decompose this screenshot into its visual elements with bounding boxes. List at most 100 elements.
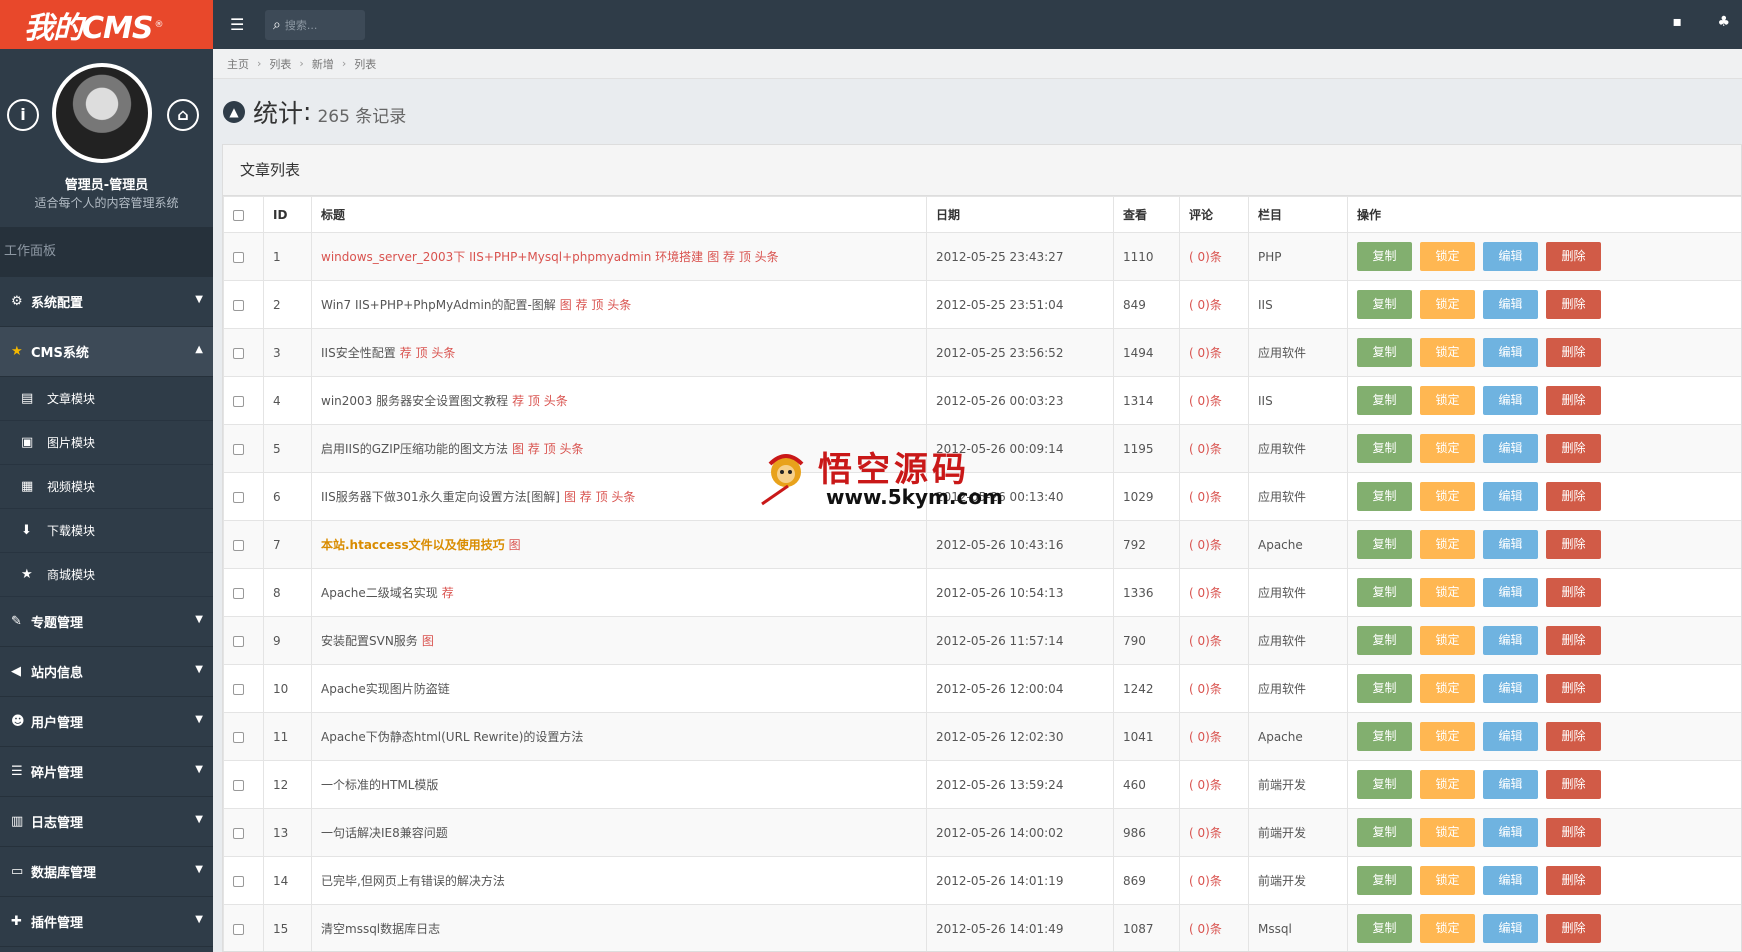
- cell-comments[interactable]: ( 0)条: [1179, 280, 1249, 329]
- edit-button[interactable]: 编辑: [1483, 914, 1538, 943]
- delete-button[interactable]: 删除: [1546, 338, 1601, 367]
- sidebar-subitem-1[interactable]: ▣ 图片模块: [0, 421, 213, 465]
- lock-button[interactable]: 锁定: [1420, 674, 1475, 703]
- cell-comments[interactable]: ( 0)条: [1179, 760, 1249, 809]
- copy-button[interactable]: 复制: [1357, 290, 1412, 319]
- cell-comments[interactable]: ( 0)条: [1179, 856, 1249, 905]
- menu-toggle-icon[interactable]: ☰: [230, 15, 256, 34]
- edit-button[interactable]: 编辑: [1483, 626, 1538, 655]
- sidebar-item-2[interactable]: ✎ 专题管理 ▼: [0, 597, 213, 647]
- delete-button[interactable]: 删除: [1546, 626, 1601, 655]
- edit-button[interactable]: 编辑: [1483, 242, 1538, 271]
- edit-button[interactable]: 编辑: [1483, 338, 1538, 367]
- edit-button[interactable]: 编辑: [1483, 482, 1538, 511]
- sidebar-item-7[interactable]: ▭ 数据库管理 ▼: [0, 847, 213, 897]
- row-checkbox[interactable]: [233, 731, 244, 743]
- info-icon[interactable]: i: [7, 99, 39, 131]
- edit-button[interactable]: 编辑: [1483, 722, 1538, 751]
- search-input[interactable]: 搜索...: [285, 17, 318, 33]
- delete-button[interactable]: 删除: [1546, 674, 1601, 703]
- copy-button[interactable]: 复制: [1357, 242, 1412, 271]
- copy-button[interactable]: 复制: [1357, 482, 1412, 511]
- delete-button[interactable]: 删除: [1546, 386, 1601, 415]
- delete-button[interactable]: 删除: [1546, 434, 1601, 463]
- cell-comments[interactable]: ( 0)条: [1179, 808, 1249, 857]
- edit-button[interactable]: 编辑: [1483, 770, 1538, 799]
- row-checkbox[interactable]: [233, 923, 244, 935]
- edit-button[interactable]: 编辑: [1483, 290, 1538, 319]
- lock-button[interactable]: 锁定: [1420, 386, 1475, 415]
- lock-button[interactable]: 锁定: [1420, 626, 1475, 655]
- edit-button[interactable]: 编辑: [1483, 674, 1538, 703]
- row-checkbox[interactable]: [233, 347, 244, 359]
- cell-comments[interactable]: ( 0)条: [1179, 712, 1249, 761]
- breadcrumb-add[interactable]: 新增: [312, 56, 334, 72]
- delete-button[interactable]: 删除: [1546, 482, 1601, 511]
- row-checkbox[interactable]: [233, 395, 244, 407]
- article-title-link[interactable]: 已完毕,但网页上有错误的解决方法: [321, 874, 505, 888]
- sidebar-subitem-4[interactable]: ★ 商城模块: [0, 553, 213, 597]
- sidebar-item-6[interactable]: ▥ 日志管理 ▼: [0, 797, 213, 847]
- delete-button[interactable]: 删除: [1546, 866, 1601, 895]
- lock-button[interactable]: 锁定: [1420, 242, 1475, 271]
- copy-button[interactable]: 复制: [1357, 626, 1412, 655]
- article-title-link[interactable]: Apache二级域名实现: [321, 586, 438, 600]
- lock-button[interactable]: 锁定: [1420, 770, 1475, 799]
- breadcrumb-home[interactable]: 主页: [227, 56, 249, 72]
- lock-button[interactable]: 锁定: [1420, 434, 1475, 463]
- edit-button[interactable]: 编辑: [1483, 866, 1538, 895]
- cell-comments[interactable]: ( 0)条: [1179, 664, 1249, 713]
- breadcrumb-list[interactable]: 列表: [269, 56, 291, 72]
- row-checkbox[interactable]: [233, 827, 244, 839]
- article-title-link[interactable]: 启用IIS的GZIP压缩功能的图文方法: [321, 442, 508, 456]
- lock-button[interactable]: 锁定: [1420, 818, 1475, 847]
- copy-button[interactable]: 复制: [1357, 818, 1412, 847]
- article-title-link[interactable]: Apache下伪静态html(URL Rewrite)的设置方法: [321, 730, 583, 744]
- row-checkbox[interactable]: [233, 539, 244, 551]
- article-title-link[interactable]: 一个标准的HTML模版: [321, 778, 438, 792]
- gift-icon[interactable]: ▪: [1673, 14, 1683, 30]
- article-title-link[interactable]: IIS安全性配置: [321, 346, 396, 360]
- delete-button[interactable]: 删除: [1546, 290, 1601, 319]
- article-title-link[interactable]: 清空mssql数据库日志: [321, 922, 440, 936]
- lock-button[interactable]: 锁定: [1420, 914, 1475, 943]
- search-box[interactable]: ⌕ 搜索...: [265, 9, 365, 40]
- edit-button[interactable]: 编辑: [1483, 578, 1538, 607]
- sidebar-item-0[interactable]: ⚙ 系统配置 ▼: [0, 277, 213, 327]
- cell-comments[interactable]: ( 0)条: [1179, 424, 1249, 473]
- cell-comments[interactable]: ( 0)条: [1179, 472, 1249, 521]
- delete-button[interactable]: 删除: [1546, 530, 1601, 559]
- cell-comments[interactable]: ( 0)条: [1179, 520, 1249, 569]
- sidebar-item-5[interactable]: ☰ 碎片管理 ▼: [0, 747, 213, 797]
- edit-button[interactable]: 编辑: [1483, 386, 1538, 415]
- edit-button[interactable]: 编辑: [1483, 434, 1538, 463]
- lock-button[interactable]: 锁定: [1420, 482, 1475, 511]
- article-title-link[interactable]: Win7 IIS+PHP+PhpMyAdmin的配置-图解: [321, 298, 556, 312]
- row-checkbox[interactable]: [233, 587, 244, 599]
- home-icon[interactable]: ⌂: [167, 99, 199, 131]
- cell-comments[interactable]: ( 0)条: [1179, 232, 1249, 281]
- cell-comments[interactable]: ( 0)条: [1179, 568, 1249, 617]
- copy-button[interactable]: 复制: [1357, 434, 1412, 463]
- delete-button[interactable]: 删除: [1546, 722, 1601, 751]
- delete-button[interactable]: 删除: [1546, 770, 1601, 799]
- logo[interactable]: 我的CMS ®: [0, 0, 213, 49]
- cell-comments[interactable]: ( 0)条: [1179, 328, 1249, 377]
- copy-button[interactable]: 复制: [1357, 866, 1412, 895]
- copy-button[interactable]: 复制: [1357, 722, 1412, 751]
- article-title-link[interactable]: 一句话解决IE8兼容问题: [321, 826, 448, 840]
- sidebar-item-8[interactable]: ✚ 插件管理 ▼: [0, 897, 213, 947]
- sitemap-icon[interactable]: ♣: [1717, 14, 1730, 30]
- delete-button[interactable]: 删除: [1546, 242, 1601, 271]
- row-checkbox[interactable]: [233, 635, 244, 647]
- edit-button[interactable]: 编辑: [1483, 530, 1538, 559]
- row-checkbox[interactable]: [233, 251, 244, 263]
- copy-button[interactable]: 复制: [1357, 578, 1412, 607]
- lock-button[interactable]: 锁定: [1420, 338, 1475, 367]
- sidebar-subitem-3[interactable]: ⬇ 下载模块: [0, 509, 213, 553]
- article-title-link[interactable]: windows_server_2003下 IIS+PHP+Mysql+phpmy…: [321, 250, 703, 264]
- sidebar-item-1[interactable]: ★ CMS系统 ▲: [0, 327, 213, 377]
- sidebar-item-3[interactable]: ◀ 站内信息 ▼: [0, 647, 213, 697]
- lock-button[interactable]: 锁定: [1420, 578, 1475, 607]
- row-checkbox[interactable]: [233, 443, 244, 455]
